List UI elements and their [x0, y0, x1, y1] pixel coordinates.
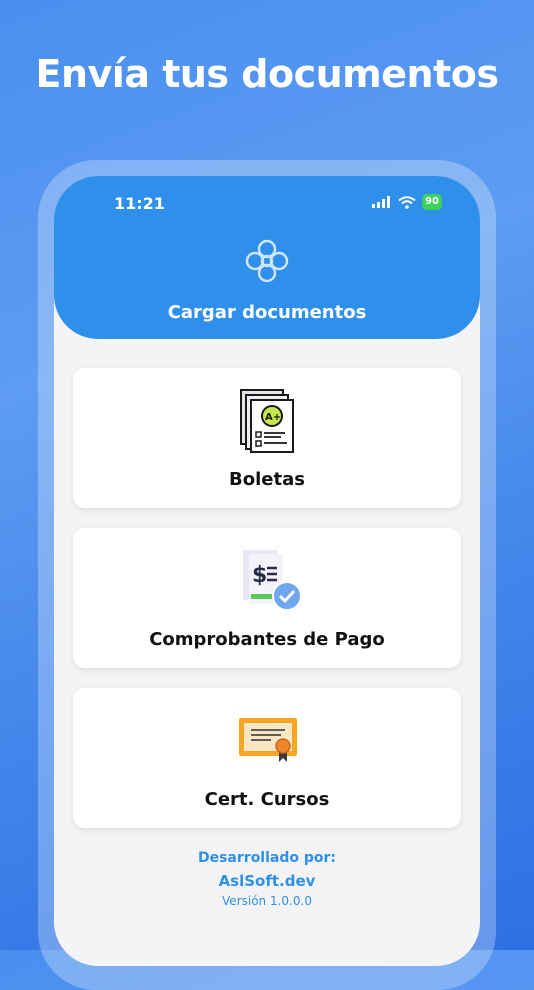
- svg-text:A+: A+: [265, 412, 281, 423]
- phone-screen: 11:21 90 Cargar documentos A+ Boletas $ …: [54, 176, 480, 966]
- battery-indicator: 90: [422, 194, 442, 210]
- knot-logo-icon: [245, 239, 289, 283]
- card-cert-cursos[interactable]: Cert. Cursos: [73, 688, 461, 828]
- footer-version: Versión 1.0.0.0: [222, 894, 312, 908]
- footer: Desarrollado por: AslSoft.dev Versión 1.…: [54, 850, 480, 908]
- footer-developer: AslSoft.dev: [218, 872, 316, 890]
- svg-text:$: $: [252, 563, 267, 588]
- payment-receipt-icon: $: [243, 550, 302, 611]
- card-boletas[interactable]: A+ Boletas: [73, 368, 461, 508]
- card-comprobantes[interactable]: $ Comprobantes de Pago: [73, 528, 461, 668]
- certificate-icon: [239, 718, 297, 762]
- app-title: Cargar documentos: [167, 302, 367, 323]
- grades-document-icon: A+: [240, 389, 294, 453]
- footer-developed-by: Desarrollado por:: [197, 850, 337, 866]
- card-label-comprobantes: Comprobantes de Pago: [149, 629, 385, 650]
- headline: Envía tus documentos: [35, 52, 499, 96]
- card-label-cert-cursos: Cert. Cursos: [204, 789, 330, 810]
- status-icons: 90: [372, 194, 442, 210]
- wifi-icon: [398, 195, 416, 209]
- app-header: 11:21 90 Cargar documentos: [54, 176, 480, 339]
- status-time: 11:21: [114, 194, 165, 213]
- signal-icon: [372, 196, 391, 208]
- card-label-boletas: Boletas: [229, 469, 305, 490]
